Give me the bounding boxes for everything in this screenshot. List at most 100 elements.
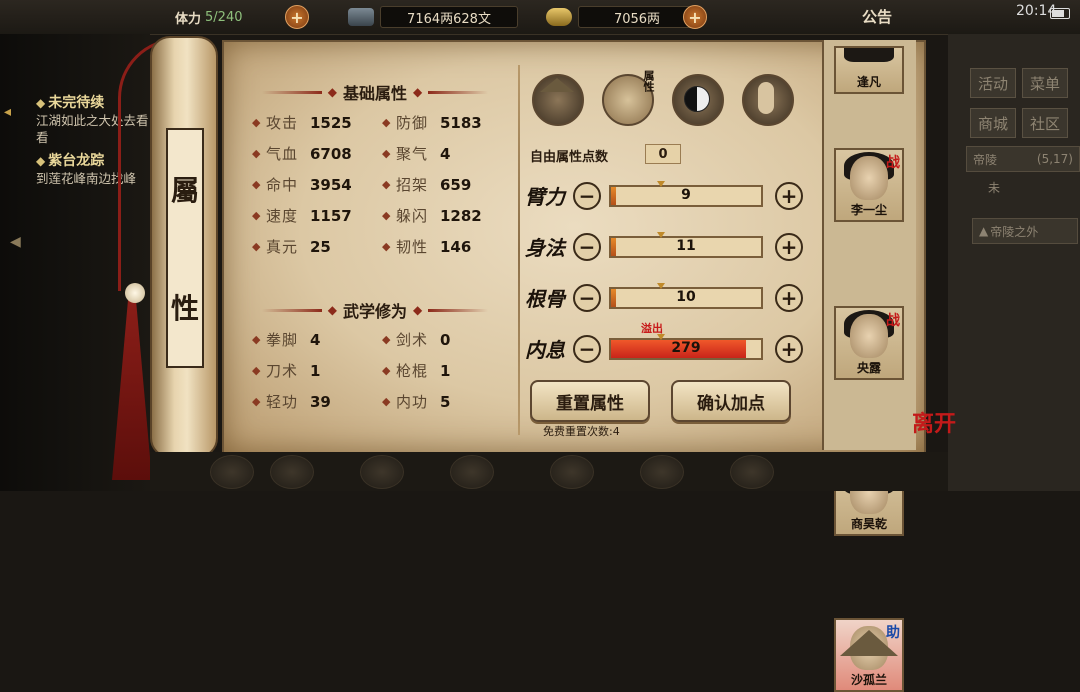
plus-icon: + [683, 5, 707, 29]
hero-name: 商昊乾 [850, 517, 887, 531]
location-name: 帝陵 [973, 152, 998, 167]
top-resource-bar: 体力 5/240 + 7164两628文 7056两 + 公告 20:14 [0, 0, 1080, 35]
battery-icon [1050, 8, 1070, 19]
leave-button[interactable]: 离开 [912, 406, 956, 438]
menu-icon[interactable] [210, 455, 254, 489]
battle-badge: 战 [886, 155, 900, 171]
stamina-display: 体力 5/240 [175, 5, 242, 29]
shop-button[interactable]: 商城 [970, 108, 1016, 138]
hero-portrait [850, 314, 888, 358]
reset-attributes-button[interactable]: 重置属性 [530, 380, 650, 422]
hero-name: 央露 [856, 361, 881, 375]
attr-value: 10 [676, 288, 696, 305]
menu-icon[interactable] [640, 455, 684, 489]
scroll-title-char: 性 [170, 292, 199, 325]
minus-button[interactable]: − [573, 334, 601, 363]
activity-button[interactable]: 活动 [970, 68, 1016, 98]
column-divider [518, 65, 520, 435]
gold-value: 7056两 [578, 6, 696, 28]
location-tag: 帝陵 (5,17) [966, 146, 1080, 172]
allocation-row: 根骨 − 10 + [525, 282, 803, 312]
allocation-row: 内息 − 279 + [525, 333, 803, 363]
plus-icon: + [285, 5, 309, 29]
free-points-label: 自由属性点数 [530, 150, 609, 165]
stamina-label: 体力 [175, 11, 202, 27]
attr-bar: 279 [609, 333, 763, 360]
allocation-row: 臂力 − 9 + [525, 180, 803, 210]
scroll-left-arrow-icon[interactable]: ◀ [10, 234, 21, 250]
confirm-points-button[interactable]: 确认加点 [671, 380, 791, 422]
stat-parry: ◆ 招架 659 [382, 175, 472, 195]
menu-icon[interactable] [360, 455, 404, 489]
gold-add-button[interactable]: + [683, 5, 707, 29]
attr-bar: 9 [609, 180, 763, 207]
minus-button[interactable]: − [573, 181, 601, 210]
yin-yang-icon [684, 86, 710, 112]
menu-icon[interactable] [270, 455, 314, 489]
bottom-menu-bar [150, 452, 948, 491]
free-points-value: 0 [645, 144, 681, 164]
destination-label: 帝陵之外 [990, 224, 1039, 239]
skill-spear: ◆ 枪棍 1 [382, 361, 451, 381]
stat-qi: ◆ 聚气 4 [382, 144, 451, 164]
skill-inner: ◆ 内功 5 [382, 392, 451, 412]
collapse-arrow-icon[interactable]: ◂ [4, 104, 11, 120]
hero-portrait [850, 156, 888, 200]
stamina-value: 5/240 [205, 9, 243, 25]
destination-button[interactable]: ▲ 帝陵之外 [972, 218, 1078, 244]
attr-value: 11 [676, 237, 696, 254]
diamond-icon: ◆ [36, 96, 46, 110]
attr-value: 9 [681, 186, 691, 203]
assist-badge: 助 [886, 625, 900, 641]
menu-button[interactable]: 菜单 [1022, 68, 1068, 98]
attr-bar: 11 [609, 231, 763, 258]
silver-value: 7164两628文 [380, 6, 518, 28]
scroll-title-char: 屬 [170, 174, 199, 207]
quest-title: 未完待续 [48, 95, 105, 111]
silver-display: 7164两628文 [348, 5, 518, 29]
attr-name: 臂力 [525, 185, 565, 209]
stat-dodge: ◆ 躲闪 1282 [382, 206, 482, 226]
minus-button[interactable]: − [573, 283, 601, 312]
plus-button[interactable]: + [775, 181, 803, 210]
plus-button[interactable]: + [775, 283, 803, 312]
stat-defense: ◆ 防御 5183 [382, 113, 482, 133]
body-figure-icon [758, 82, 774, 114]
community-button[interactable]: 社区 [1022, 108, 1068, 138]
hero-name: 李一尘 [850, 203, 887, 217]
hero-name: 逢凡 [856, 75, 881, 89]
battle-badge: 战 [886, 313, 900, 329]
hero-card[interactable]: 战 李一尘 [834, 148, 904, 222]
attr-name: 身法 [525, 236, 565, 260]
stat-toughness: ◆ 韧性 146 [382, 237, 472, 257]
stamina-add-button[interactable]: + [285, 5, 309, 29]
minus-button[interactable]: − [573, 232, 601, 261]
plus-button[interactable]: + [775, 232, 803, 261]
attr-value: 279 [671, 339, 701, 356]
gold-ingot-icon [546, 8, 572, 26]
menu-icon[interactable] [450, 455, 494, 489]
skill-lightfoot: ◆ 轻功 39 [252, 392, 331, 412]
hero-card-selected[interactable]: 助 沙孤兰 [834, 618, 904, 692]
time-marker: 未 [988, 181, 1001, 195]
plus-button[interactable]: + [775, 334, 803, 363]
up-arrow-icon: ▲ [979, 224, 989, 238]
menu-icon[interactable] [730, 455, 774, 489]
hero-name: 沙孤兰 [850, 673, 887, 687]
free-reset-count: 免费重置次数:4 [543, 425, 620, 438]
stat-speed: ◆ 速度 1157 [252, 206, 352, 226]
hero-card[interactable]: 逢凡 [834, 46, 904, 94]
party-roster [822, 40, 916, 450]
stat-hit: ◆ 命中 3954 [252, 175, 352, 195]
stat-attack: ◆ 攻击 1525 [252, 113, 352, 133]
section-title: 武学修为 [342, 302, 407, 321]
jade-bead [125, 283, 145, 303]
hero-card[interactable]: 战 央露 [834, 306, 904, 380]
attr-bar: 10 [609, 282, 763, 309]
notice-button[interactable]: 公告 [862, 6, 892, 27]
stat-true-energy: ◆ 真元 25 [252, 237, 331, 257]
menu-icon[interactable] [550, 455, 594, 489]
silver-icon [348, 8, 374, 26]
allocation-row: 身法 − 11 + [525, 231, 803, 261]
stat-hp: ◆ 气血 6708 [252, 144, 352, 164]
